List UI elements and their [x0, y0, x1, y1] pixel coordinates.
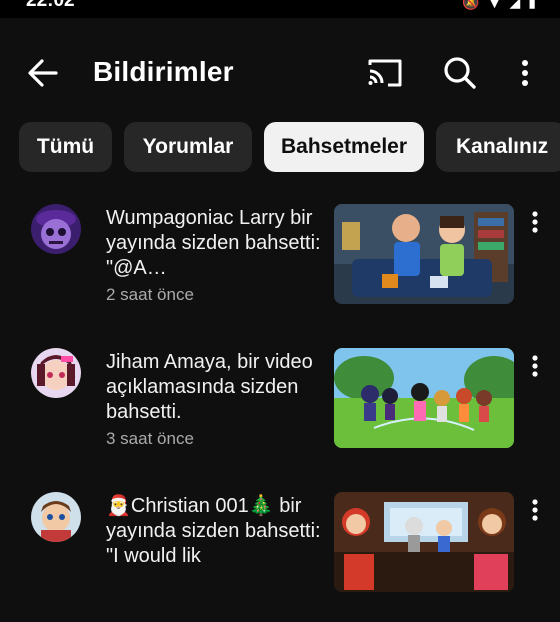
battery-icon: ▮ [528, 0, 536, 10]
notification-text: 🎅Christian 001🎄 bir yayında sizden bahse… [106, 494, 324, 569]
app-bar: Bildirimler [0, 30, 560, 116]
page-title: Bildirimler [93, 56, 234, 87]
chip-mentions[interactable]: Bahsetmeler [264, 122, 424, 172]
search-button[interactable] [439, 52, 481, 94]
notification-time: 3 saat önce [106, 429, 194, 448]
item-more-button[interactable] [524, 496, 546, 524]
more-options-button[interactable] [504, 52, 546, 94]
video-thumbnail[interactable] [334, 204, 514, 304]
arrow-left-icon [28, 59, 58, 87]
item-more-button[interactable] [524, 208, 546, 236]
wifi-icon: ▼ [487, 0, 502, 11]
filter-chips: Tümü Yorumlar Bahsetmeler Kanalınız [0, 122, 560, 174]
signal-icon: ◢ [509, 0, 521, 10]
item-more-button[interactable] [524, 352, 546, 380]
notification-time: 2 saat önce [106, 285, 194, 304]
notification-text: Wumpagoniac Larry bir yayında sizden bah… [106, 206, 324, 309]
video-thumbnail[interactable] [334, 492, 514, 592]
status-bar: 22:02 🔕 ▼ ◢ ▮ [0, 0, 560, 18]
notification-message: Jiham Amaya, bir video açıklamasında siz… [106, 351, 313, 423]
cast-icon [368, 59, 402, 87]
search-icon [444, 57, 476, 89]
notification-text: Jiham Amaya, bir video açıklamasında siz… [106, 350, 324, 453]
video-thumbnail[interactable] [334, 348, 514, 448]
more-vert-icon [532, 355, 538, 377]
notification-message: 🎅Christian 001🎄 bir yayında sizden bahse… [106, 495, 321, 567]
chip-your-channel[interactable]: Kanalınız [436, 122, 560, 172]
notification-item[interactable]: Wumpagoniac Larry bir yayında sizden bah… [0, 204, 560, 334]
cast-button[interactable] [364, 52, 406, 94]
more-vert-icon [522, 60, 528, 86]
avatar [31, 492, 81, 542]
back-button[interactable] [26, 56, 60, 90]
status-time: 22:02 [26, 0, 75, 11]
mute-icon: 🔕 [462, 0, 480, 10]
chip-comments[interactable]: Yorumlar [124, 122, 252, 172]
more-vert-icon [532, 499, 538, 521]
avatar [31, 204, 81, 254]
notification-item[interactable]: Jiham Amaya, bir video açıklamasında siz… [0, 348, 560, 478]
more-vert-icon [532, 211, 538, 233]
chip-all[interactable]: Tümü [19, 122, 112, 172]
notification-item[interactable]: 🎅Christian 001🎄 bir yayında sizden bahse… [0, 492, 560, 622]
status-icons: 🔕 ▼ ◢ ▮ [462, 0, 536, 11]
avatar [31, 348, 81, 398]
notification-message: Wumpagoniac Larry bir yayında sizden bah… [106, 207, 321, 279]
